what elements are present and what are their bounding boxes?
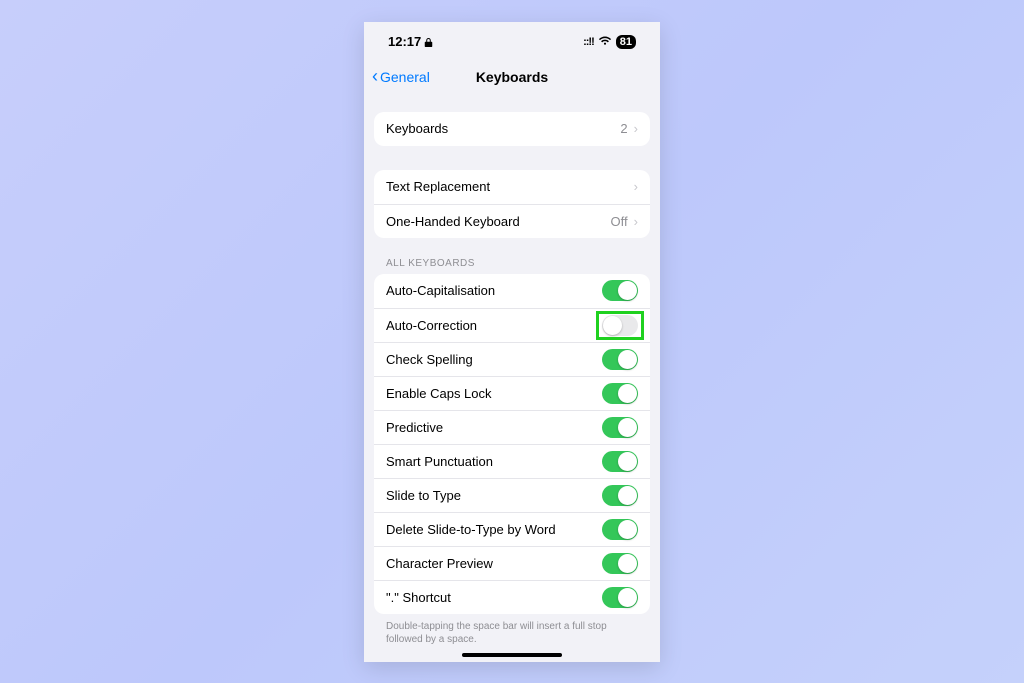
toggle-row: Check Spelling	[374, 342, 650, 376]
toggle-row: Predictive	[374, 410, 650, 444]
one-handed-value: Off	[611, 214, 628, 229]
toggle-label: Enable Caps Lock	[386, 386, 492, 401]
toggle-row: Smart Punctuation	[374, 444, 650, 478]
toggle-knob	[618, 418, 637, 437]
lock-icon	[424, 36, 433, 47]
toggle-row: Delete Slide-to-Type by Word	[374, 512, 650, 546]
toggle-switch[interactable]	[602, 417, 638, 438]
toggle-row: "." Shortcut	[374, 580, 650, 614]
toggle-switch[interactable]	[602, 485, 638, 506]
battery-indicator: 81	[616, 35, 636, 49]
toggle-row: Enable Caps Lock	[374, 376, 650, 410]
section-header-all-keyboards: ALL KEYBOARDS	[374, 258, 650, 274]
one-handed-label: One-Handed Keyboard	[386, 214, 520, 229]
toggle-knob	[618, 281, 637, 300]
toggle-knob	[618, 520, 637, 539]
phone-screen: 12:17 ::!! 81 ‹ General Keyboards Keyboa…	[364, 22, 660, 662]
toggle-knob	[618, 588, 637, 607]
toggle-label: "." Shortcut	[386, 590, 451, 605]
toggle-row: Auto-Correction	[374, 308, 650, 342]
toggle-knob	[618, 452, 637, 471]
toggles-card: Auto-Capitalisation Auto-Correction Check …	[374, 274, 650, 614]
chevron-right-icon: ›	[634, 121, 638, 136]
toggle-switch[interactable]	[602, 280, 638, 301]
toggle-switch[interactable]	[602, 349, 638, 370]
chevron-left-icon: ‹	[372, 67, 378, 85]
toggle-knob	[618, 350, 637, 369]
home-indicator	[462, 653, 562, 657]
keyboards-label: Keyboards	[386, 121, 448, 136]
status-time: 12:17	[388, 34, 421, 49]
keyboards-row[interactable]: Keyboards 2 ›	[374, 112, 650, 146]
toggle-label: Slide to Type	[386, 488, 461, 503]
toggle-knob	[618, 486, 637, 505]
one-handed-keyboard-row[interactable]: One-Handed Keyboard Off ›	[374, 204, 650, 238]
toggle-switch[interactable]	[602, 519, 638, 540]
text-replacement-label: Text Replacement	[386, 179, 490, 194]
toggle-switch[interactable]	[602, 451, 638, 472]
toggle-row: Character Preview	[374, 546, 650, 580]
footer-text: Double-tapping the space bar will insert…	[374, 614, 650, 647]
wifi-icon	[598, 34, 612, 49]
page-title: Keyboards	[476, 69, 548, 85]
keyboards-count: 2	[620, 121, 627, 136]
cellular-icon: ::!!	[583, 36, 594, 48]
back-label: General	[380, 69, 430, 85]
text-replacement-row[interactable]: Text Replacement ›	[374, 170, 650, 204]
back-button[interactable]: ‹ General	[372, 62, 430, 92]
status-bar: 12:17 ::!! 81	[364, 22, 660, 62]
toggle-label: Predictive	[386, 420, 443, 435]
toggle-switch[interactable]	[602, 315, 638, 336]
toggle-label: Delete Slide-to-Type by Word	[386, 522, 556, 537]
nav-bar: ‹ General Keyboards	[364, 62, 660, 92]
toggle-label: Auto-Correction	[386, 318, 477, 333]
toggle-knob	[618, 384, 637, 403]
toggle-knob	[618, 554, 637, 573]
chevron-right-icon: ›	[634, 179, 638, 194]
toggle-label: Smart Punctuation	[386, 454, 493, 469]
toggle-label: Character Preview	[386, 556, 493, 571]
toggle-label: Check Spelling	[386, 352, 473, 367]
toggle-knob	[603, 316, 622, 335]
toggle-switch[interactable]	[602, 587, 638, 608]
toggle-row: Auto-Capitalisation	[374, 274, 650, 308]
chevron-right-icon: ›	[634, 214, 638, 229]
toggle-row: Slide to Type	[374, 478, 650, 512]
toggle-label: Auto-Capitalisation	[386, 283, 495, 298]
toggle-switch[interactable]	[602, 383, 638, 404]
toggle-switch[interactable]	[602, 553, 638, 574]
